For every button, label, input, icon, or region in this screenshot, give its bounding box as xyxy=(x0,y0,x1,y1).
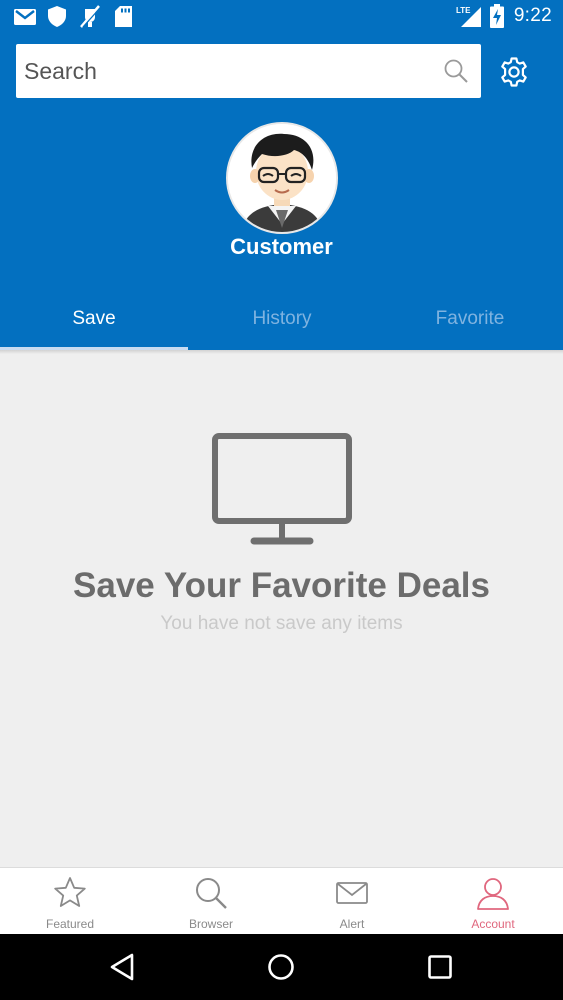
nav-alert[interactable]: Alert xyxy=(282,868,422,935)
back-icon[interactable] xyxy=(108,952,138,982)
tab-favorite[interactable]: Favorite xyxy=(376,296,563,350)
sd-card-icon xyxy=(115,6,132,27)
user-icon xyxy=(477,878,509,910)
status-bar: LTE 9:22 xyxy=(0,0,563,34)
empty-state-title: Save Your Favorite Deals xyxy=(73,566,490,605)
nav-alert-label: Alert xyxy=(339,917,365,931)
tab-save[interactable]: Save xyxy=(0,296,188,350)
avatar[interactable] xyxy=(226,122,338,234)
profile-name: Customer xyxy=(230,234,333,259)
gmail-icon xyxy=(14,9,36,25)
system-nav-bar xyxy=(0,934,563,1000)
shield-icon xyxy=(48,6,66,27)
monitor-icon xyxy=(212,433,352,545)
tab-bar: Save History Favorite xyxy=(0,296,563,350)
header-shadow xyxy=(0,350,563,354)
battery-charging-icon xyxy=(490,4,504,28)
avatar-illustration xyxy=(228,124,336,232)
empty-state-subtitle: You have not save any items xyxy=(160,613,403,634)
star-icon xyxy=(54,877,86,907)
nav-featured[interactable]: Featured xyxy=(0,868,140,935)
nav-featured-label: Featured xyxy=(45,917,95,931)
svg-text:LTE: LTE xyxy=(456,6,471,15)
nav-browser-label: Browser xyxy=(188,917,233,931)
nav-account-label: Account xyxy=(471,917,515,931)
gear-icon[interactable] xyxy=(498,56,530,88)
search-input[interactable] xyxy=(16,44,436,98)
status-time: 9:22 xyxy=(513,5,552,26)
search-bar[interactable] xyxy=(16,44,481,98)
header: LTE 9:22 Search Customer Save History Fa… xyxy=(0,0,563,350)
no-signal-app-icon xyxy=(80,5,101,28)
recents-icon[interactable] xyxy=(425,952,455,982)
lte-signal-icon: LTE xyxy=(456,6,481,27)
tab-history[interactable]: History xyxy=(188,296,376,350)
nav-browser[interactable]: Browser xyxy=(141,868,281,935)
search-icon xyxy=(196,878,227,909)
nav-account[interactable]: Account xyxy=(423,868,563,935)
bottom-nav: Featured Browser Alert Account xyxy=(0,867,563,934)
home-icon[interactable] xyxy=(266,952,296,982)
search-icon[interactable] xyxy=(443,58,469,84)
mail-icon xyxy=(336,882,368,904)
